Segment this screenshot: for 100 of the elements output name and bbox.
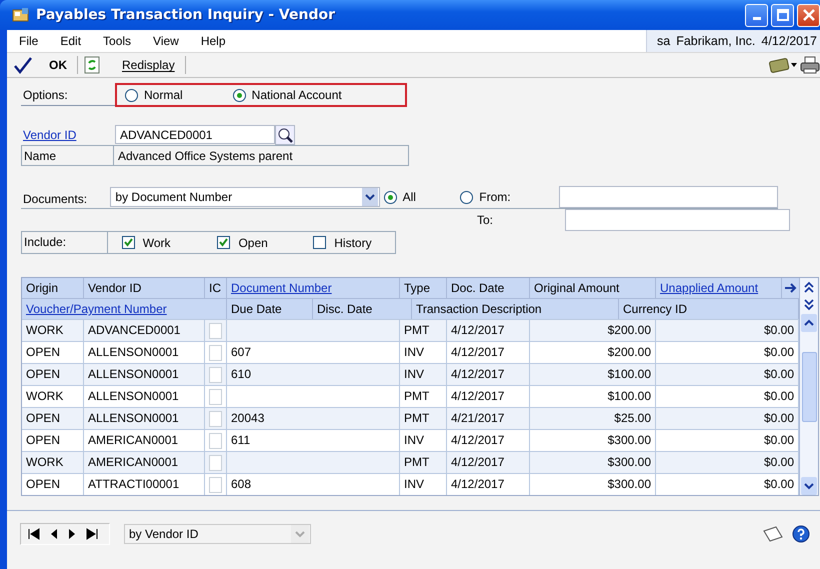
table-cell: PMT [404,411,430,425]
checkbox[interactable] [122,236,135,249]
table-cell: 607 [231,345,252,359]
table-cell: PMT [404,323,430,337]
table-cell: ALLENSON0001 [88,345,179,359]
ic-checkbox[interactable] [209,476,222,492]
table-cell: OPEN [26,411,60,425]
browse-sort-dropdown[interactable]: by Vendor ID [124,524,311,544]
checkbox-label[interactable]: History [334,236,372,250]
table-cell: PMT [404,389,430,403]
table-cell: $300.00 [608,455,651,469]
checkbox[interactable] [313,236,326,249]
menu-item[interactable]: File [7,34,50,48]
menu-item[interactable]: View [142,34,190,48]
checkbox-label[interactable]: Open [238,236,268,250]
ic-checkbox[interactable] [209,410,222,426]
maximize-button[interactable] [771,4,794,26]
radio-label[interactable]: All [402,190,416,204]
menu-item[interactable]: Tools [92,34,142,48]
radio-button[interactable] [232,88,246,102]
ic-checkbox[interactable] [209,388,222,404]
options-label: Options: [21,84,115,106]
previous-record-icon[interactable] [49,528,59,540]
next-record-icon[interactable] [67,528,77,540]
last-record-icon[interactable] [85,528,99,540]
table-cell: 4/21/2017 [451,411,504,425]
vendor-id-field[interactable]: ADVANCED0001 [115,125,275,144]
vendor-name-value: Advanced Office Systems parent [117,148,293,162]
radio-label[interactable]: Normal [144,88,183,102]
scroll-down-icon[interactable] [801,477,817,495]
table-cell: 4/12/2017 [451,345,504,359]
table-cell: OPEN [26,345,60,359]
documents-label: Documents: [22,192,88,208]
radio-label[interactable]: From: [479,190,511,204]
table-cell: ALLENSON0001 [88,389,179,403]
ic-checkbox[interactable] [209,322,222,338]
scroll-up-icon[interactable] [801,314,817,332]
table-cell: $0.00 [764,455,794,469]
vendor-id-link[interactable]: Vendor ID [21,128,113,142]
table-cell: $100.00 [608,367,651,381]
table-cell: $25.00 [614,411,651,425]
arrow-right-icon[interactable] [784,283,796,293]
ic-checkbox[interactable] [209,432,222,448]
table-cell: OPEN [26,367,60,381]
minimize-button[interactable] [745,4,768,26]
table-cell: OPEN [26,477,60,491]
table-cell: $0.00 [764,323,794,337]
to-label: To: [477,212,494,226]
table-cell: INV [404,345,424,359]
documents-sort-dropdown[interactable]: by Document Number [110,187,380,207]
checkmark-icon [13,56,33,74]
table-cell: WORK [26,455,64,469]
table-cell: $0.00 [764,367,794,381]
table-cell: $200.00 [608,345,651,359]
refresh-icon [84,56,100,74]
user-name: sa [657,34,670,48]
table-cell: AMERICAN0001 [88,455,178,469]
checkbox[interactable] [217,236,230,249]
to-field[interactable] [565,208,790,230]
table-cell: WORK [26,323,64,337]
radio-button[interactable] [460,190,474,204]
radio-label[interactable]: National Account [252,88,342,102]
ok-button[interactable]: OK [13,56,77,74]
table-cell: PMT [404,455,430,469]
redisplay-button[interactable]: Redisplay [84,56,185,74]
checkbox-label[interactable]: Work [142,236,170,250]
help-icon[interactable] [792,525,810,543]
close-button[interactable] [797,4,820,26]
table-cell: 20043 [231,411,264,425]
vertical-scrollbar[interactable] [799,278,818,495]
table-cell: AMERICAN0001 [88,433,178,447]
ic-checkbox[interactable] [209,344,222,360]
dropdown-caret-icon [362,188,378,206]
from-field[interactable] [559,186,778,208]
maximize-icon [776,9,788,21]
table-cell: 4/12/2017 [451,389,504,403]
table-cell: $0.00 [764,345,794,359]
table-cell: ATTRACTI00001 [88,477,180,491]
menu-item[interactable]: Edit [49,34,92,48]
table-cell: $100.00 [608,389,651,403]
table-cell: 608 [231,477,252,491]
table-cell: $0.00 [764,411,794,425]
table-cell: $0.00 [764,433,794,447]
table-cell: $300.00 [608,433,651,447]
ic-checkbox[interactable] [209,366,222,382]
printer-icon[interactable] [800,56,820,74]
table-cell: ALLENSON0001 [88,411,179,425]
search-icon[interactable] [275,124,295,144]
minimize-icon [752,17,760,20]
scroll-thumb[interactable] [802,352,816,422]
radio-button[interactable] [125,88,138,102]
radio-button[interactable] [384,190,397,204]
ic-checkbox[interactable] [209,454,222,470]
table-cell: $200.00 [608,323,651,337]
window-title: Payables Transaction Inquiry - Vendor [36,7,335,23]
table-cell: INV [404,433,424,447]
menu-item[interactable]: Help [190,34,237,48]
first-record-icon[interactable] [27,528,41,540]
table-cell: 4/12/2017 [451,323,504,337]
company-name: Fabrikam, Inc. [676,34,756,48]
